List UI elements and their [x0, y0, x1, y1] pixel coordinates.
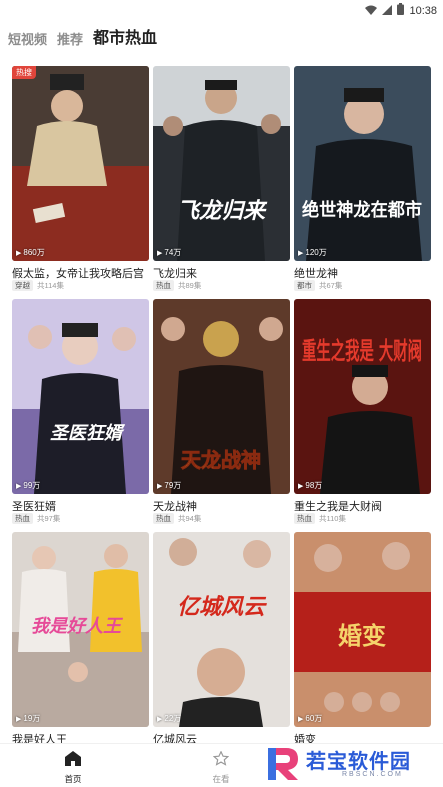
poster-title: 我是好人王 — [31, 616, 124, 637]
drama-card[interactable]: 亿城风云 ▶ 22万 亿城风云 — [153, 532, 290, 767]
drama-meta: 热血 共110集 — [294, 513, 346, 524]
play-icon: ▶ — [298, 482, 304, 490]
nav-label: 在看 — [212, 774, 230, 784]
nav-home[interactable]: 首页 — [48, 751, 98, 785]
episode-count: 共89集 — [178, 281, 202, 290]
drama-card[interactable]: 热搜 ▶ 860万 假太监，女帝让我攻略后宫 穿越 共114集 — [12, 66, 149, 301]
logo-name: 若宝软件园 — [306, 751, 411, 773]
play-icon: ▶ — [157, 482, 163, 490]
drama-title: 绝世龙神 — [294, 268, 338, 280]
drama-card[interactable]: 重生之我是 大财阀 ▶ 98万 重生之我是大财阀 热血 共110集 — [294, 299, 431, 534]
star-icon — [212, 750, 230, 770]
episode-count: 共67集 — [319, 281, 343, 290]
play-icon: ▶ — [16, 715, 22, 723]
play-icon: ▶ — [298, 715, 304, 723]
drama-card[interactable]: 我是好人王 ▶ 19万 我是好人王 — [12, 532, 149, 767]
drama-meta: 热血 共94集 — [153, 513, 201, 524]
poster-title: 天龙战神 — [181, 448, 261, 472]
drama-card[interactable]: 圣医狂婿 ▶ 99万 圣医狂婿 热血 共97集 — [12, 299, 149, 534]
category-tabs: 短视频 推荐 都市热血 — [8, 22, 157, 48]
drama-poster[interactable]: 天龙战神 ▶ 79万 — [153, 299, 290, 494]
genre-tag: 热血 — [153, 513, 174, 524]
view-count: ▶ 98万 — [298, 481, 323, 490]
view-count: ▶ 79万 — [157, 481, 182, 490]
nav-label: 首页 — [64, 774, 82, 784]
view-count: ▶ 120万 — [298, 248, 327, 257]
view-count: ▶ 22万 — [157, 714, 182, 723]
view-count: ▶ 860万 — [16, 248, 45, 257]
status-time: 10:38 — [409, 5, 437, 17]
battery-icon — [397, 2, 405, 20]
drama-poster[interactable]: 绝世神龙在都市 ▶ 120万 — [294, 66, 431, 261]
drama-meta: 穿越 共114集 — [12, 280, 64, 291]
view-count: ▶ 74万 — [157, 248, 182, 257]
drama-poster[interactable]: 亿城风云 ▶ 22万 — [153, 532, 290, 727]
tab-urban-action[interactable]: 都市热血 — [93, 24, 157, 48]
view-count: ▶ 60万 — [298, 714, 323, 723]
episode-count: 共97集 — [37, 514, 61, 523]
drama-title: 飞龙归来 — [153, 268, 197, 280]
tab-short-video[interactable]: 短视频 — [8, 29, 47, 48]
watermark-logo: 若宝软件园 RBSCN.COM — [256, 743, 443, 787]
drama-title: 天龙战神 — [153, 501, 197, 513]
poster-title: 飞龙归来 — [177, 199, 268, 224]
genre-tag: 都市 — [294, 280, 315, 291]
episode-count: 共114集 — [37, 281, 64, 290]
poster-title: 重生之我是 大财阀 — [302, 336, 422, 365]
drama-title: 假太监，女帝让我攻略后宫 — [12, 268, 144, 280]
play-icon: ▶ — [298, 249, 304, 257]
poster-title: 圣医狂婿 — [50, 423, 126, 444]
drama-poster[interactable]: 圣医狂婿 ▶ 99万 — [12, 299, 149, 494]
view-count: ▶ 19万 — [16, 714, 41, 723]
play-icon: ▶ — [157, 715, 163, 723]
signal-icon — [382, 2, 393, 20]
drama-card[interactable]: 婚变 ▶ 60万 婚变 — [294, 532, 431, 767]
genre-tag: 穿越 — [12, 280, 33, 291]
drama-card[interactable]: 绝世神龙在都市 ▶ 120万 绝世龙神 都市 共67集 — [294, 66, 431, 301]
drama-poster[interactable]: 飞龙归来 ▶ 74万 — [153, 66, 290, 261]
genre-tag: 热血 — [153, 280, 174, 291]
status-bar: 10:38 — [0, 0, 443, 18]
poster-title: 婚变 — [338, 621, 386, 650]
wifi-icon — [365, 2, 378, 20]
drama-title: 圣医狂婿 — [12, 501, 56, 513]
drama-meta: 热血 共97集 — [12, 513, 60, 524]
genre-tag: 热血 — [294, 513, 315, 524]
drama-poster[interactable]: 婚变 ▶ 60万 — [294, 532, 431, 727]
drama-title: 重生之我是大财阀 — [294, 501, 382, 513]
drama-poster[interactable]: 热搜 ▶ 860万 — [12, 66, 149, 261]
play-icon: ▶ — [157, 249, 163, 257]
logo-url: RBSCN.COM — [342, 771, 403, 778]
drama-card[interactable]: 飞龙归来 ▶ 74万 飞龙归来 热血 共89集 — [153, 66, 290, 301]
drama-poster[interactable]: 重生之我是 大财阀 ▶ 98万 — [294, 299, 431, 494]
hot-badge: 热搜 — [12, 66, 36, 79]
drama-meta: 热血 共89集 — [153, 280, 201, 291]
tab-recommend[interactable]: 推荐 — [57, 29, 83, 48]
poster-title: 绝世神龙在都市 — [302, 199, 422, 221]
home-icon — [65, 751, 81, 770]
play-icon: ▶ — [16, 482, 22, 490]
drama-card[interactable]: 天龙战神 ▶ 79万 天龙战神 热血 共94集 — [153, 299, 290, 534]
play-icon: ▶ — [16, 249, 22, 257]
genre-tag: 热血 — [12, 513, 33, 524]
view-count: ▶ 99万 — [16, 481, 41, 490]
episode-count: 共110集 — [319, 514, 346, 523]
drama-poster[interactable]: 我是好人王 ▶ 19万 — [12, 532, 149, 727]
nav-watching[interactable]: 在看 — [196, 750, 246, 785]
drama-meta: 都市 共67集 — [294, 280, 342, 291]
logo-mark-icon — [264, 746, 302, 787]
episode-count: 共94集 — [178, 514, 202, 523]
poster-title: 亿城风云 — [177, 595, 267, 620]
